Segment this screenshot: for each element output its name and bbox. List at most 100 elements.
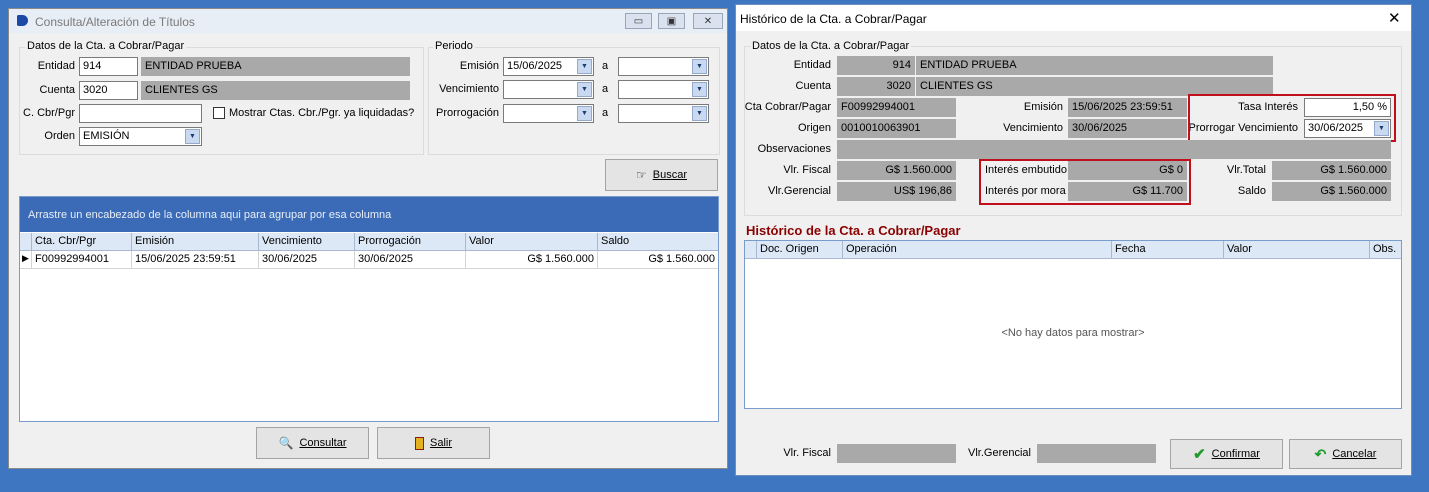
r-emision-value: 15/06/2025 23:59:51 — [1068, 98, 1187, 117]
row-indicator-icon: ▶ — [20, 251, 32, 268]
cell-saldo: G$ 1.560.000 — [648, 253, 715, 265]
salir-button[interactable]: Salir — [377, 427, 490, 459]
column-header[interactable]: Vencimiento — [259, 233, 355, 250]
entidad-code-input[interactable]: 914 — [79, 57, 138, 76]
column-header-selector — [20, 233, 32, 250]
vencimiento-to-select[interactable]: ▼ — [618, 80, 709, 99]
consultar-label: Consultar — [299, 437, 347, 449]
r-cuenta-label: Cuenta — [795, 80, 831, 92]
r-vlr-total-value: G$ 1.560.000 — [1272, 161, 1391, 180]
table-row[interactable]: ▶ F00992994001 15/06/2025 23:59:51 30/06… — [20, 251, 718, 269]
chevron-down-icon[interactable]: ▼ — [185, 129, 200, 144]
right-window: Histórico de la Cta. a Cobrar/Pagar ✕ Da… — [735, 4, 1412, 476]
hist-column-header[interactable]: Valor — [1224, 241, 1370, 258]
mostrar-label[interactable]: Mostrar Ctas. Cbr./Pgr. ya liquidadas? — [229, 107, 414, 119]
column-header[interactable]: Emisión — [132, 233, 259, 250]
cuenta-label: Cuenta — [39, 84, 75, 96]
r-vlr-fiscal-value: G$ 1.560.000 — [837, 161, 956, 180]
orden-value: EMISIÓN — [83, 130, 130, 142]
datos-group-title: Datos de la Cta. a Cobrar/Pagar — [25, 40, 187, 52]
column-header-selector — [745, 241, 757, 258]
r-observaciones-value — [837, 140, 1391, 159]
r-cta-value: F00992994001 — [837, 98, 956, 117]
group-by-panel[interactable]: Arrastre un encabezado de la columna aqu… — [20, 197, 718, 232]
r-observaciones-label: Observaciones — [757, 143, 831, 155]
orden-select[interactable]: EMISIÓN ▼ — [79, 127, 202, 146]
left-title-bar[interactable]: Consulta/Alteración de Títulos ▭ ▣ ✕ — [9, 9, 727, 33]
column-header[interactable]: Prorrogación — [355, 233, 466, 250]
r-cuenta-code: 3020 — [837, 77, 915, 96]
cancelar-button[interactable]: ↶ Cancelar — [1289, 439, 1402, 469]
vencimiento-from-select[interactable]: ▼ — [503, 80, 594, 99]
left-window-title: Consulta/Alteración de Títulos — [35, 15, 195, 29]
chevron-down-icon[interactable]: ▼ — [577, 82, 592, 97]
chevron-down-icon[interactable]: ▼ — [692, 82, 707, 97]
cbr-input[interactable] — [79, 104, 202, 123]
cancelar-label: Cancelar — [1332, 448, 1377, 460]
group-by-text: Arrastre un encabezado de la columna aqu… — [28, 209, 392, 221]
emision-to-select[interactable]: ▼ — [618, 57, 709, 76]
grid-header: Cta. Cbr/Pgr Emisión Vencimiento Prorrog… — [20, 233, 718, 251]
check-icon: ✔ — [1193, 446, 1206, 463]
emision-from-select[interactable]: 15/06/2025 ▼ — [503, 57, 594, 76]
confirmar-label: Confirmar — [1211, 448, 1260, 460]
r-vencimiento-value: 30/06/2025 — [1068, 119, 1187, 138]
prorrogacion-to-select[interactable]: ▼ — [618, 104, 709, 123]
chevron-down-icon[interactable]: ▼ — [692, 106, 707, 121]
emision-from-value: 15/06/2025 — [507, 60, 563, 72]
r-origen-value: 0010010063901 — [837, 119, 956, 138]
column-header[interactable]: Saldo — [598, 233, 718, 250]
footer-gerencial-label: Vlr.Gerencial — [968, 447, 1031, 459]
a-label: a — [602, 60, 609, 72]
hist-column-header[interactable]: Operación — [843, 241, 1112, 258]
highlight-box-tasa — [1188, 94, 1396, 142]
results-grid: Arrastre un encabezado de la columna aqu… — [19, 196, 719, 422]
r-origen-label: Origen — [797, 122, 831, 134]
r-vlr-gerencial-label: Vlr.Gerencial — [768, 185, 831, 197]
footer-fiscal-label: Vlr. Fiscal — [783, 447, 831, 459]
cell-emision: 15/06/2025 23:59:51 — [132, 251, 259, 268]
cuenta-code-input[interactable]: 3020 — [79, 81, 138, 100]
r-vlr-fiscal-label: Vlr. Fiscal — [783, 164, 831, 176]
column-header[interactable]: Valor — [466, 233, 598, 250]
chevron-down-icon[interactable]: ▼ — [577, 106, 592, 121]
minimize-button[interactable]: ▭ — [625, 13, 652, 29]
column-header[interactable]: Cta. Cbr/Pgr — [32, 233, 132, 250]
buscar-button[interactable]: ☞ Buscar — [605, 159, 718, 191]
salir-label: Salir — [429, 437, 452, 449]
highlight-box-interes — [979, 159, 1191, 205]
search-pointer-icon: ☞ — [635, 168, 647, 182]
close-icon[interactable]: ✕ — [1388, 9, 1401, 27]
buscar-label: Buscar — [652, 169, 687, 181]
r-vlr-gerencial-value: US$ 196,86 — [837, 182, 956, 201]
hist-column-header[interactable]: Doc. Origen — [757, 241, 843, 258]
prorrogacion-label: Prorrogación — [436, 107, 499, 119]
mostrar-checkbox[interactable] — [213, 107, 225, 119]
hist-column-header[interactable]: Obs. — [1370, 241, 1401, 258]
close-button[interactable]: ✕ — [693, 13, 723, 29]
orden-label: Orden — [44, 130, 75, 142]
r-cta-label: Cta Cobrar/Pagar — [744, 101, 831, 113]
periodo-group-title: Periodo — [433, 40, 475, 52]
chevron-down-icon[interactable]: ▼ — [577, 59, 592, 74]
cuenta-name-field: CLIENTES GS — [141, 81, 410, 100]
right-title-bar[interactable]: Histórico de la Cta. a Cobrar/Pagar ✕ — [736, 5, 1411, 31]
chevron-down-icon[interactable]: ▼ — [692, 59, 707, 74]
cell-vencimiento: 30/06/2025 — [259, 251, 355, 268]
cbr-label: C. Cbr/Pgr — [23, 107, 75, 119]
r-vencimiento-label: Vencimiento — [1003, 122, 1063, 134]
cell-prorrogacion: 30/06/2025 — [355, 251, 466, 268]
a-label: a — [602, 107, 609, 119]
hist-column-header[interactable]: Fecha — [1112, 241, 1224, 258]
consultar-button[interactable]: 🔍 Consultar — [256, 427, 369, 459]
maximize-button[interactable]: ▣ — [658, 13, 685, 29]
r-entidad-name: ENTIDAD PRUEBA — [916, 56, 1273, 75]
prorrogacion-from-select[interactable]: ▼ — [503, 104, 594, 123]
confirmar-button[interactable]: ✔ Confirmar — [1170, 439, 1283, 469]
cell-cta: F00992994001 — [32, 251, 132, 268]
historico-grid: Doc. Origen Operación Fecha Valor Obs. <… — [744, 240, 1402, 409]
r-entidad-label: Entidad — [793, 59, 831, 71]
historico-heading: Histórico de la Cta. a Cobrar/Pagar — [746, 223, 961, 238]
entidad-label: Entidad — [37, 60, 75, 72]
emision-label: Emisión — [459, 60, 499, 72]
